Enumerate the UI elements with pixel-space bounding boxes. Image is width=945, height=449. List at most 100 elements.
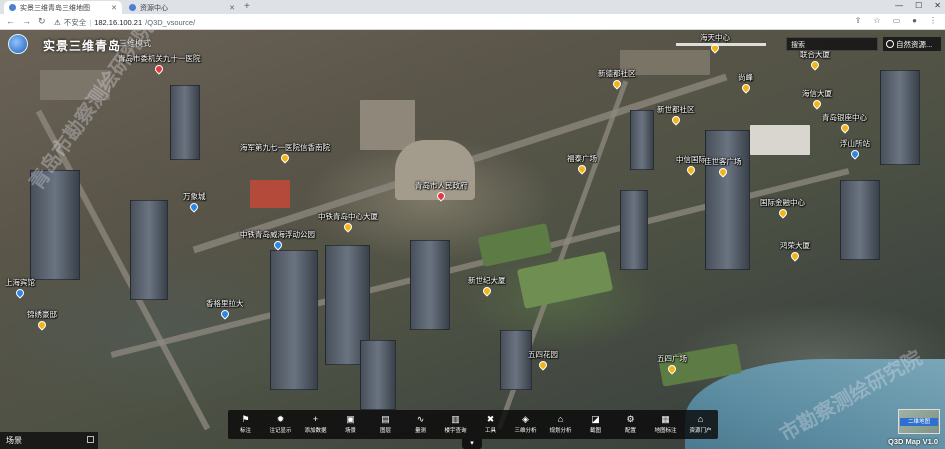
- share-icon[interactable]: ⇪: [855, 16, 862, 25]
- toolbar-button-gear[interactable]: ⚙ 配置: [613, 410, 648, 439]
- loading-bar: [676, 43, 766, 46]
- expand-icon[interactable]: [87, 436, 94, 443]
- poi-marker[interactable]: 万象城: [183, 191, 206, 213]
- scene-panel-label: 场景: [6, 436, 22, 445]
- close-icon[interactable]: ✕: [229, 4, 235, 12]
- toolbar-button-flag[interactable]: ⚑ 标注: [228, 410, 263, 439]
- toolbar-button-image[interactable]: ▣ 场景: [333, 410, 368, 439]
- poi-marker[interactable]: 鸿荣大厦: [780, 240, 810, 262]
- poi-marker[interactable]: 佳世客广场: [704, 156, 742, 178]
- poi-marker[interactable]: 海天中心: [700, 32, 730, 54]
- toolbar-button-bulb[interactable]: ✹ 注记显示: [263, 410, 298, 439]
- extensions-icon[interactable]: ▭: [893, 16, 901, 25]
- reload-icon[interactable]: ↻: [38, 15, 46, 28]
- toolbar-button-home[interactable]: ⌂ 资源门户: [683, 410, 718, 439]
- forward-icon[interactable]: →: [22, 15, 31, 28]
- map-3d-viewport[interactable]: 青岛市人民政府 青岛市委机关九十一医院 海军第九七一医院信香南院 万象城 中铁青…: [0, 30, 945, 449]
- toolbar-button-tools[interactable]: ✖ 工具: [473, 410, 508, 439]
- poi-marker[interactable]: 五四广场: [657, 353, 687, 375]
- location-pin-icon: [789, 250, 801, 262]
- toolbar-button-measure[interactable]: ∿ 量测: [403, 410, 438, 439]
- toolbar-button-building[interactable]: ▥ 楼宇查询: [438, 410, 473, 439]
- address-bar[interactable]: ⚠ 不安全 | 182.16.100.21/Q3D_vsource/: [54, 16, 869, 28]
- toolbar-collapse-handle[interactable]: ▾: [462, 439, 482, 449]
- poi-marker[interactable]: 中铁青岛中心大厦: [318, 211, 378, 233]
- poi-label: 中铁青岛威海浮动公园: [240, 230, 315, 239]
- poi-label: 鸿荣大厦: [780, 241, 810, 250]
- star-icon[interactable]: ☆: [873, 16, 880, 25]
- poi-marker[interactable]: 青岛银座中心: [822, 112, 867, 134]
- toolbar-button-label: 图层: [379, 428, 391, 434]
- search-input[interactable]: 搜索: [786, 37, 878, 51]
- layers-icon: ▤: [381, 414, 390, 424]
- poi-label: 上海宾馆: [5, 278, 35, 287]
- toolbar-button-label: 规划分析: [549, 428, 572, 434]
- poi-marker[interactable]: 香格里拉大: [206, 298, 244, 320]
- menu-icon[interactable]: ⋮: [929, 16, 937, 25]
- poi-label: 海天中心: [700, 33, 730, 42]
- toolbar-button-label: 添加数据: [304, 428, 327, 434]
- location-pin-icon: [685, 164, 697, 176]
- poi-marker[interactable]: 浮山所站: [840, 138, 870, 160]
- location-pin-icon: [809, 59, 821, 71]
- location-pin-icon: [188, 201, 200, 213]
- location-pin-icon: [576, 163, 588, 175]
- poi-marker[interactable]: 尚峰: [738, 72, 753, 94]
- profile-icon[interactable]: ●: [912, 16, 917, 25]
- poi-label: 五四广场: [657, 354, 687, 363]
- minimap-2d-switch[interactable]: 二维地图: [898, 409, 940, 434]
- warning-icon: ⚠: [54, 17, 61, 27]
- browser-tab-resource-center[interactable]: 资源中心 ✕: [124, 1, 240, 14]
- analysis-icon: ◈: [522, 414, 529, 424]
- tab-title: 资源中心: [140, 4, 168, 12]
- poi-marker[interactable]: 青岛市人民政府: [415, 180, 468, 202]
- poi-marker[interactable]: 新世都社区: [657, 104, 695, 126]
- view-mode-switch[interactable]: 三维模式: [119, 38, 151, 49]
- new-tab-button[interactable]: +: [244, 1, 250, 13]
- poi-marker[interactable]: 中信国际: [676, 154, 706, 176]
- back-icon[interactable]: ←: [6, 15, 15, 28]
- close-window-icon[interactable]: ✕: [934, 1, 941, 10]
- location-pin-icon: [14, 287, 26, 299]
- toolbar-button-layers[interactable]: ▤ 图层: [368, 410, 403, 439]
- tools-icon: ✖: [486, 414, 495, 424]
- poi-marker[interactable]: 中铁青岛威海浮动公园: [240, 229, 315, 251]
- app-logo-icon: [8, 34, 28, 54]
- poi-label: 锦绣豪邸: [27, 310, 57, 319]
- toolbar-button-plus[interactable]: + 添加数据: [298, 410, 333, 439]
- flag-icon: ⚑: [241, 414, 250, 424]
- maximize-icon[interactable]: ☐: [915, 1, 922, 10]
- gear-icon: ⚙: [626, 414, 635, 424]
- toolbar-button-map[interactable]: ▦ 地图标注: [648, 410, 683, 439]
- close-icon[interactable]: ✕: [111, 4, 117, 12]
- poi-label: 新世纪大厦: [468, 276, 506, 285]
- poi-label: 青岛市人民政府: [415, 181, 468, 190]
- browser-tab-3d-map[interactable]: 实景三维青岛三维地图 ✕: [4, 1, 122, 14]
- poi-marker[interactable]: 上海宾馆: [5, 277, 35, 299]
- poi-marker[interactable]: 福泰广场: [567, 153, 597, 175]
- divider: |: [89, 17, 92, 27]
- toolbar-button-label: 注记显示: [269, 428, 292, 434]
- minimize-icon[interactable]: —: [895, 1, 903, 10]
- toolbar-button-analysis[interactable]: ◈ 三维分析: [508, 410, 543, 439]
- tower: [130, 200, 168, 300]
- browser-actions: ⇪ ☆ ▭ ● ⋮: [855, 16, 937, 25]
- poi-marker[interactable]: 新世纪大厦: [468, 275, 506, 297]
- scene-panel[interactable]: 场景: [0, 432, 98, 449]
- poi-marker[interactable]: 五四花园: [528, 349, 558, 371]
- poi-marker[interactable]: 新德都社区: [598, 68, 636, 90]
- screenshot-icon: ◪: [591, 414, 600, 424]
- poi-marker[interactable]: 国际金融中心: [760, 197, 805, 219]
- poi-marker[interactable]: 联合大厦: [800, 49, 830, 71]
- user-menu-button[interactable]: 自然资源...: [883, 37, 941, 51]
- poi-marker[interactable]: 海军第九七一医院信香南院: [240, 142, 330, 164]
- building-block: [360, 100, 415, 150]
- building-block: [750, 125, 810, 155]
- toolbar-button-plan[interactable]: ⌂ 规划分析: [543, 410, 578, 439]
- poi-marker[interactable]: 锦绣豪邸: [27, 309, 57, 331]
- poi-marker[interactable]: 海信大厦: [802, 88, 832, 110]
- toolbar-button-label: 工具: [484, 428, 496, 434]
- toolbar-button-label: 三维分析: [514, 428, 537, 434]
- toolbar-button-screenshot[interactable]: ◪ 截图: [578, 410, 613, 439]
- security-label: 不安全: [63, 17, 87, 27]
